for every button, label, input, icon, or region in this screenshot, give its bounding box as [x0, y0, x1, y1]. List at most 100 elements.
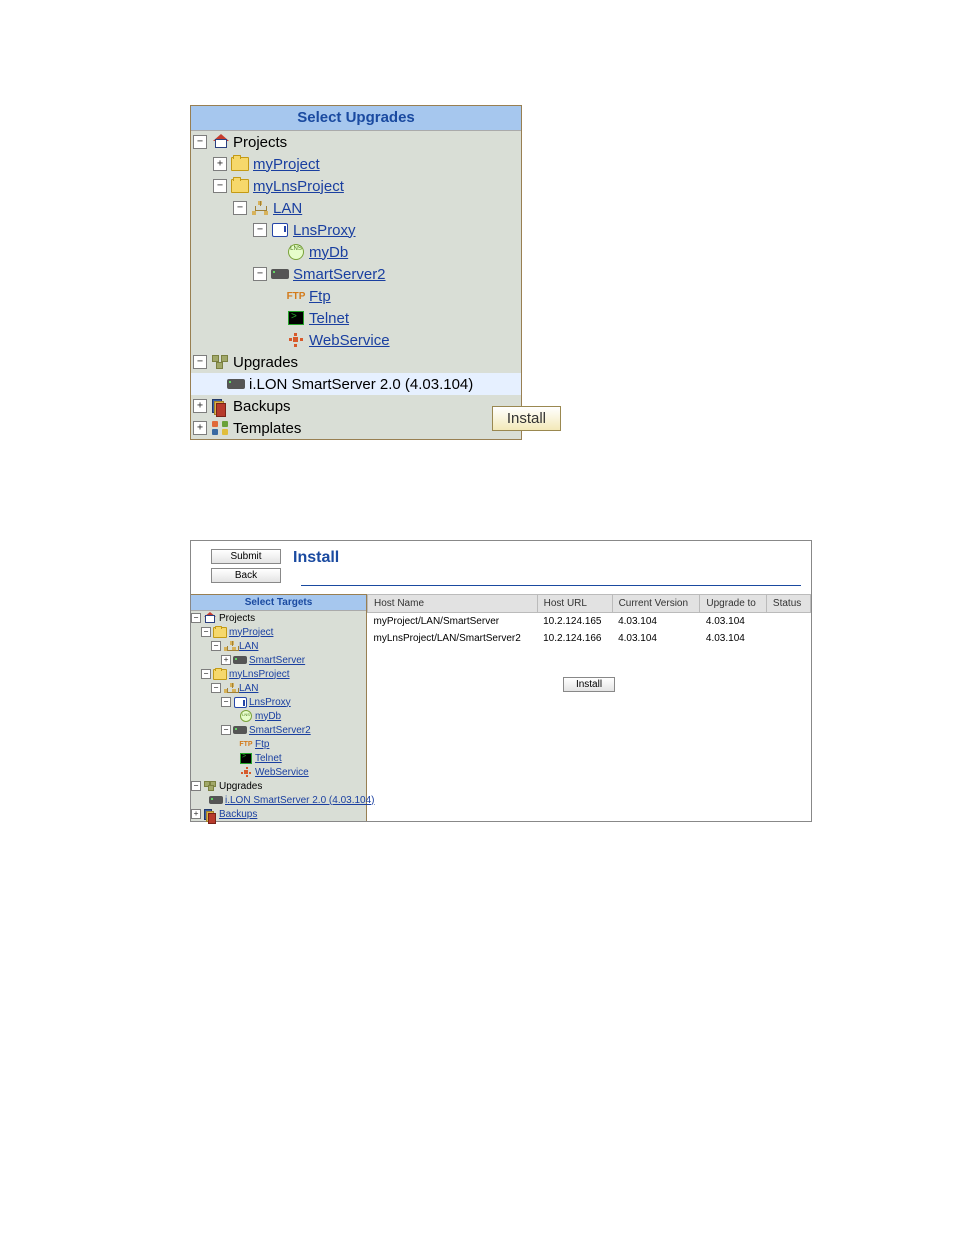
- tree-row-smartserver2[interactable]: − SmartServer2: [191, 723, 366, 737]
- table-row[interactable]: myProject/LAN/SmartServer 10.2.124.165 4…: [368, 613, 811, 631]
- folder-icon: [213, 626, 227, 638]
- tree-row-templates[interactable]: + Templates: [191, 417, 521, 439]
- collapse-icon[interactable]: −: [201, 627, 211, 637]
- cell-hosturl: 10.2.124.165: [537, 613, 612, 631]
- tree-row-upgrades[interactable]: − Upgrades: [191, 351, 521, 373]
- server-icon: [233, 696, 247, 708]
- tree-label[interactable]: Telnet: [255, 753, 282, 764]
- tree-row-webservice[interactable]: WebService: [191, 329, 521, 351]
- tree-row-mydb[interactable]: myDb: [191, 241, 521, 263]
- table-row[interactable]: myLnsProject/LAN/SmartServer2 10.2.124.1…: [368, 630, 811, 647]
- tree-label[interactable]: i.LON SmartServer 2.0 (4.03.104): [225, 795, 375, 806]
- tree-label[interactable]: Telnet: [309, 310, 349, 327]
- col-current[interactable]: Current Version: [612, 595, 700, 613]
- collapse-icon[interactable]: −: [253, 223, 267, 237]
- targets-tree: − Projects − myProject − LAN: [191, 611, 366, 821]
- expand-icon[interactable]: +: [193, 399, 207, 413]
- tree-row-myproject[interactable]: + myProject: [191, 153, 521, 175]
- tree-label[interactable]: myProject: [253, 156, 320, 173]
- tree-row-ftp[interactable]: FTP Ftp: [191, 737, 366, 751]
- tree-row-lan2[interactable]: − LAN: [191, 681, 366, 695]
- expand-icon[interactable]: +: [193, 421, 207, 435]
- tree-label[interactable]: myProject: [229, 627, 273, 638]
- submit-button[interactable]: Submit: [211, 549, 281, 564]
- tree-label[interactable]: LAN: [239, 683, 258, 694]
- col-hosturl[interactable]: Host URL: [537, 595, 612, 613]
- expand-icon[interactable]: +: [191, 809, 201, 819]
- tree-label[interactable]: myLnsProject: [253, 178, 344, 195]
- templates-icon: [211, 420, 229, 436]
- targets-table: Host Name Host URL Current Version Upgra…: [367, 594, 811, 647]
- tree-row-smartserver[interactable]: + SmartServer: [191, 653, 366, 667]
- tree-row-lnsproxy[interactable]: − LnsProxy: [191, 219, 521, 241]
- install-button[interactable]: Install: [563, 677, 615, 692]
- tree-row-telnet[interactable]: Telnet: [191, 307, 521, 329]
- expand-icon[interactable]: +: [221, 655, 231, 665]
- tree-row-ftp[interactable]: FTP Ftp: [191, 285, 521, 307]
- tree-row-backups[interactable]: + Backups: [191, 395, 521, 417]
- tree-label: Templates: [233, 420, 301, 437]
- folder-icon: [213, 668, 227, 680]
- collapse-icon[interactable]: −: [213, 179, 227, 193]
- tree-row-mylnsproject[interactable]: − myLnsProject: [191, 667, 366, 681]
- tree-row-backups[interactable]: + Backups: [191, 807, 366, 821]
- collapse-icon[interactable]: −: [253, 267, 267, 281]
- tree-row-projects[interactable]: − Projects: [191, 131, 521, 153]
- tree-row-ilon[interactable]: i.LON SmartServer 2.0 (4.03.104): [191, 373, 521, 395]
- collapse-icon[interactable]: −: [211, 683, 221, 693]
- collapse-icon[interactable]: −: [191, 613, 201, 623]
- tree-row-lnsproxy[interactable]: − LnsProxy: [191, 695, 366, 709]
- network-icon: [223, 640, 237, 652]
- collapse-icon[interactable]: −: [191, 781, 201, 791]
- tree-label[interactable]: WebService: [309, 332, 390, 349]
- collapse-icon[interactable]: −: [233, 201, 247, 215]
- tree-label[interactable]: Backups: [219, 809, 257, 820]
- tree-row-upgrades[interactable]: − Upgrades: [191, 779, 366, 793]
- tree-label[interactable]: myLnsProject: [229, 669, 290, 680]
- col-upgradeto[interactable]: Upgrade to: [700, 595, 767, 613]
- tree-label[interactable]: LnsProxy: [293, 222, 356, 239]
- cell-upgradeto: 4.03.104: [700, 613, 767, 631]
- collapse-icon[interactable]: −: [201, 669, 211, 679]
- tree-row-telnet[interactable]: Telnet: [191, 751, 366, 765]
- collapse-icon[interactable]: −: [211, 641, 221, 651]
- tree-row-smartserver2[interactable]: − SmartServer2: [191, 263, 521, 285]
- ftp-icon: FTP: [287, 288, 305, 304]
- backups-icon: [211, 398, 229, 414]
- collapse-icon[interactable]: −: [193, 135, 207, 149]
- projects-icon: [203, 612, 217, 624]
- collapse-icon[interactable]: −: [221, 725, 231, 735]
- tree-label[interactable]: Ftp: [309, 288, 331, 305]
- expand-icon[interactable]: +: [213, 157, 227, 171]
- webservice-icon: [239, 766, 253, 778]
- back-button[interactable]: Back: [211, 568, 281, 583]
- cell-hosturl: 10.2.124.166: [537, 630, 612, 647]
- tree-label[interactable]: myDb: [255, 711, 281, 722]
- install-button[interactable]: Install: [492, 406, 561, 431]
- tree-label[interactable]: Ftp: [255, 739, 269, 750]
- tree-row-lan[interactable]: − LAN: [191, 197, 521, 219]
- tree-label[interactable]: LAN: [239, 641, 258, 652]
- collapse-icon[interactable]: −: [221, 697, 231, 707]
- tree-label[interactable]: SmartServer: [249, 655, 305, 666]
- tree-label: Upgrades: [233, 354, 298, 371]
- tree-row-projects[interactable]: − Projects: [191, 611, 366, 625]
- tree-label[interactable]: SmartServer2: [249, 725, 311, 736]
- tree-label[interactable]: LnsProxy: [249, 697, 291, 708]
- disk-icon: [287, 244, 305, 260]
- collapse-icon[interactable]: −: [193, 355, 207, 369]
- col-hostname[interactable]: Host Name: [368, 595, 538, 613]
- tree-label[interactable]: myDb: [309, 244, 348, 261]
- network-icon: [251, 200, 269, 216]
- tree-row-mydb[interactable]: myDb: [191, 709, 366, 723]
- tree-row-lan[interactable]: − LAN: [191, 639, 366, 653]
- tree-row-mylnsproject[interactable]: − myLnsProject: [191, 175, 521, 197]
- col-status[interactable]: Status: [766, 595, 810, 613]
- device-icon: [271, 266, 289, 282]
- tree-label[interactable]: WebService: [255, 767, 309, 778]
- tree-row-myproject[interactable]: − myProject: [191, 625, 366, 639]
- tree-label[interactable]: SmartServer2: [293, 266, 386, 283]
- tree-label[interactable]: LAN: [273, 200, 302, 217]
- tree-row-ilon[interactable]: i.LON SmartServer 2.0 (4.03.104): [191, 793, 366, 807]
- tree-row-webservice[interactable]: WebService: [191, 765, 366, 779]
